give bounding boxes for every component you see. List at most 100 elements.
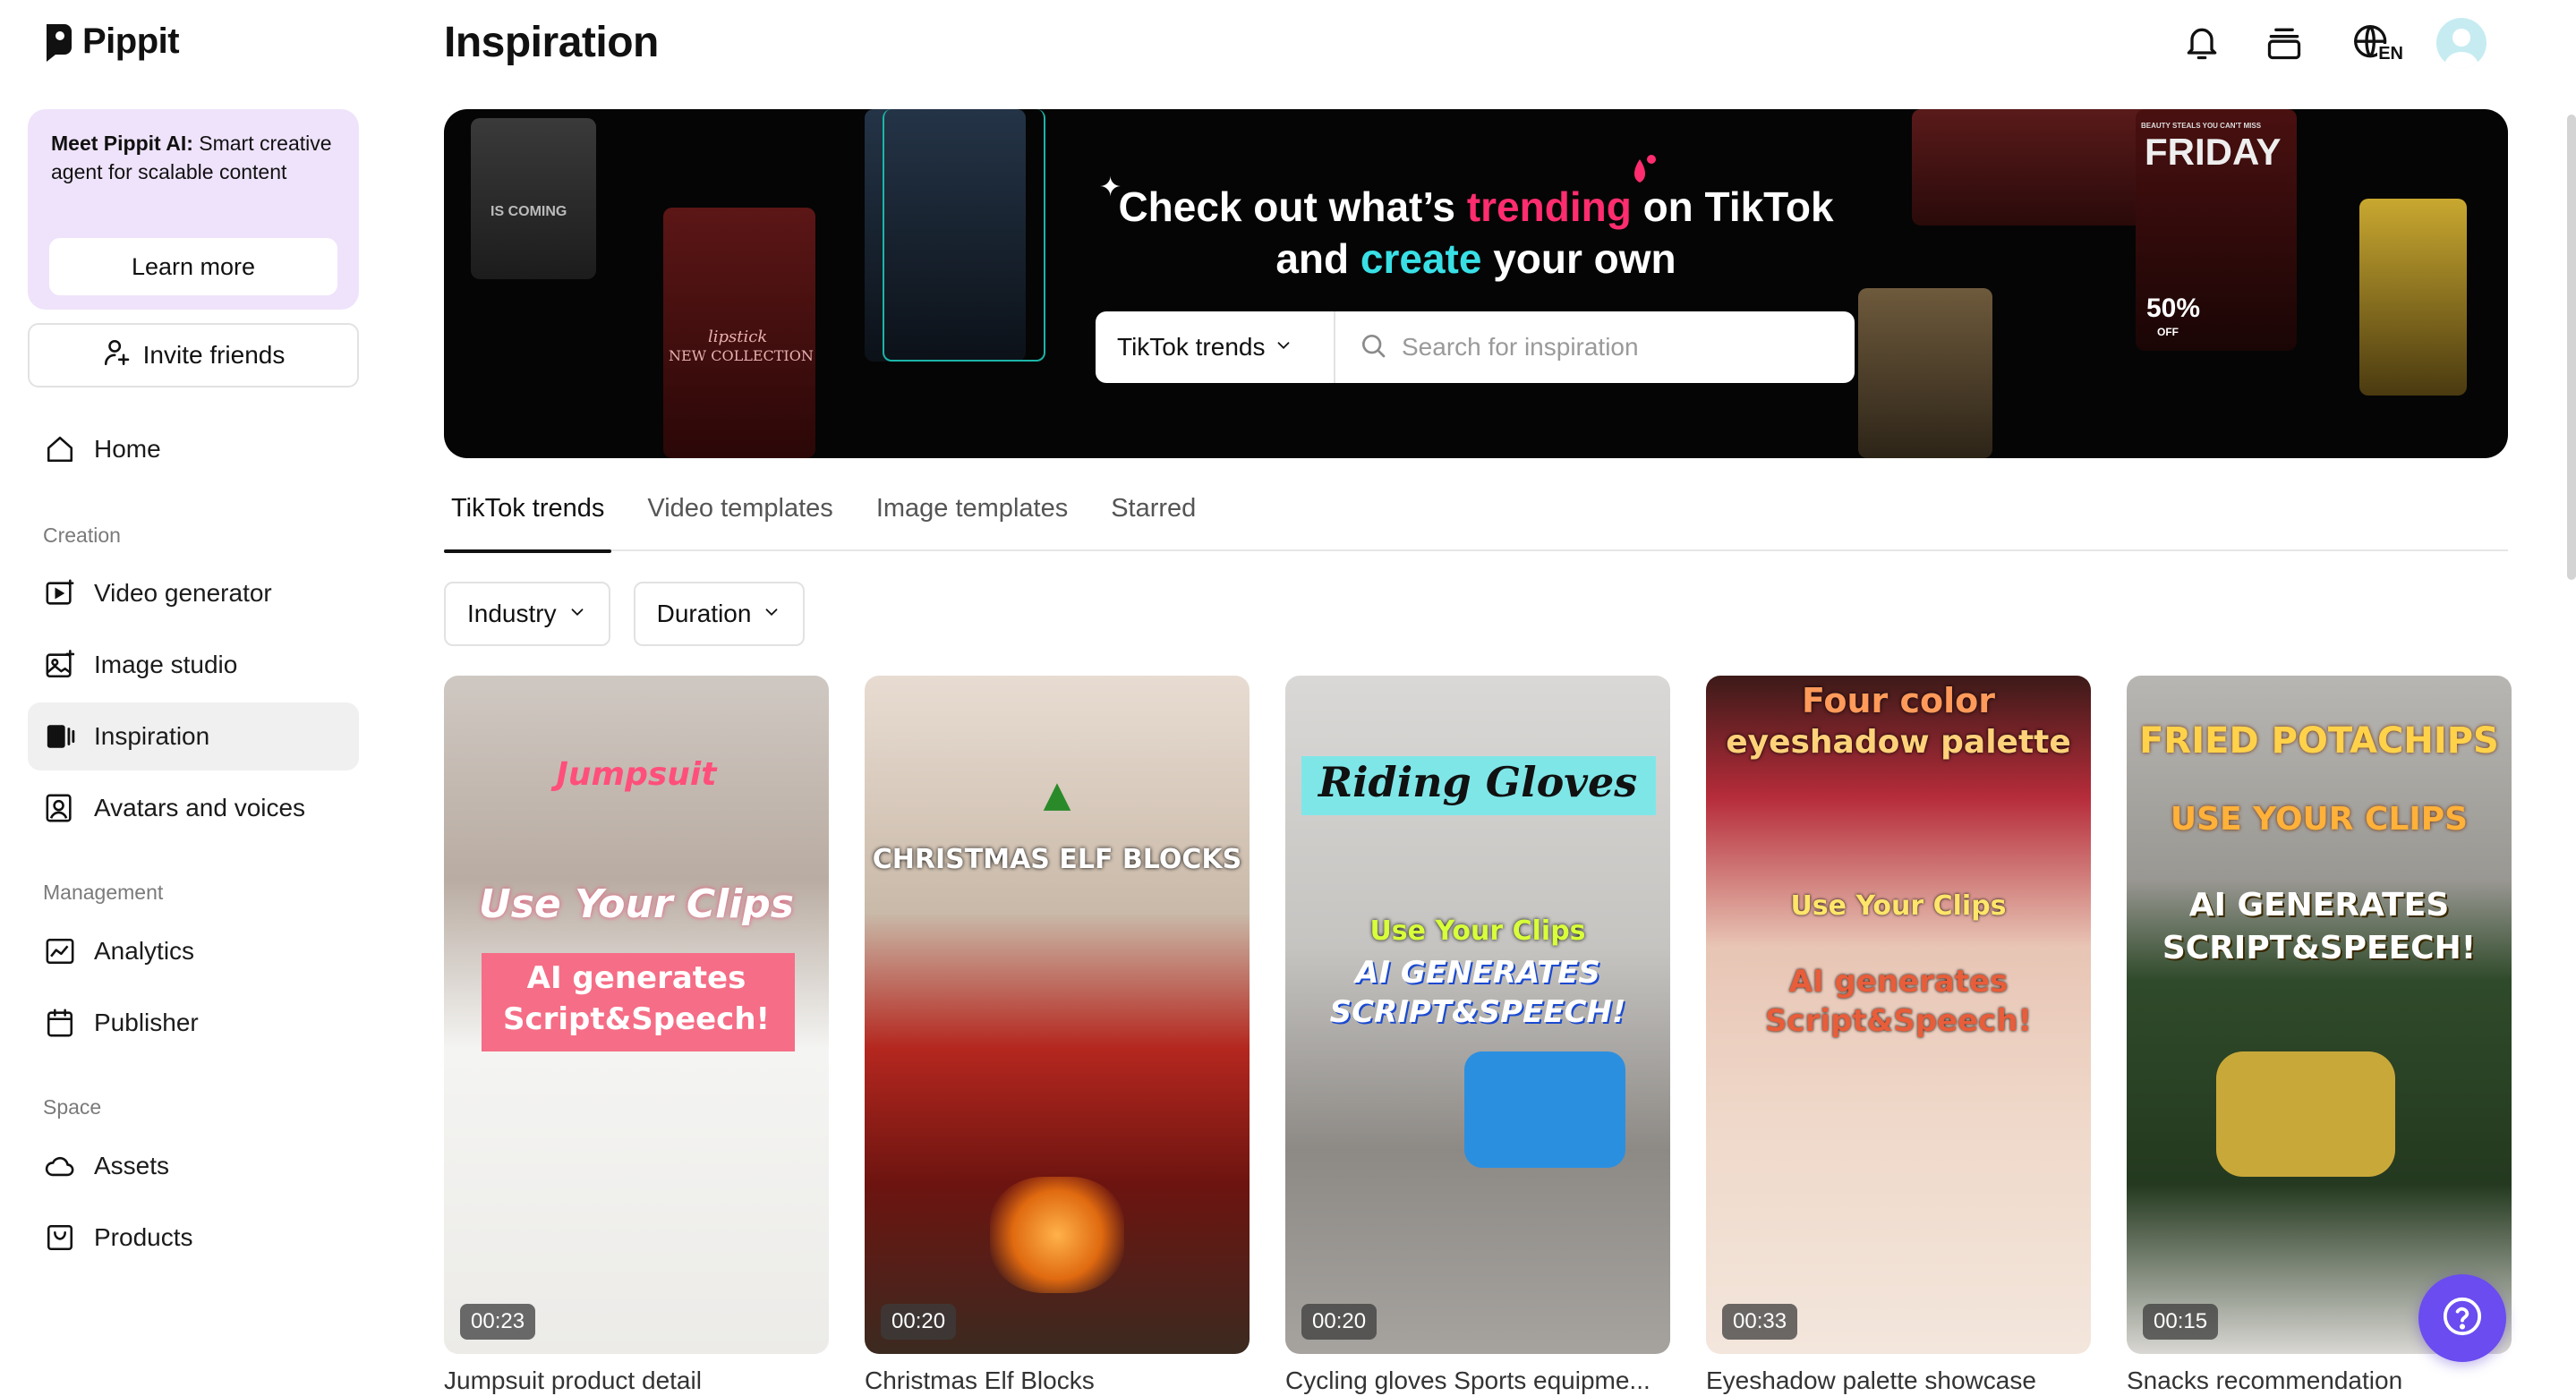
overlay-text: Use Your Clips <box>1790 890 2007 922</box>
template-card[interactable]: ▲ CHRISTMAS ELF BLOCKS 00:20 Christmas E… <box>865 676 1250 1395</box>
promo-card: Meet Pippit AI: Smart creative agent for… <box>28 109 359 310</box>
duration-filter[interactable]: Duration <box>633 582 806 646</box>
headline-line-1: Check out what’s trending on TikTok <box>444 181 2508 233</box>
image-studio-icon <box>44 649 76 681</box>
inbox-icon[interactable] <box>2261 20 2307 66</box>
sidebar-item-analytics[interactable]: Analytics <box>28 917 359 985</box>
sidebar-item-publisher[interactable]: Publisher <box>28 989 359 1057</box>
header-actions: EN <box>2179 18 2486 68</box>
duration-badge: 00:33 <box>1722 1304 1798 1340</box>
banner-thumbnail <box>1858 288 1992 458</box>
sidebar-item-label: Video generator <box>94 579 272 607</box>
card-thumbnail: Riding Gloves Use Your Clips AI GENERATE… <box>1285 676 1670 1354</box>
duration-badge: 00:20 <box>881 1304 957 1340</box>
duration-badge: 00:15 <box>2143 1304 2219 1340</box>
lantern-glow <box>990 1177 1124 1293</box>
promo-title: Meet Pippit AI: <box>51 132 193 155</box>
promo-text: Meet Pippit AI: Smart creative agent for… <box>51 129 336 186</box>
page-title: Inspiration <box>444 19 659 66</box>
banner-headline: Check out what’s trending on TikTok and … <box>444 181 2508 285</box>
video-generator-icon <box>44 577 76 609</box>
search-input[interactable] <box>1402 333 1849 362</box>
headline-text: Check out what’s <box>1118 183 1467 230</box>
sidebar-item-video-generator[interactable]: Video generator <box>28 559 359 627</box>
banner-thumb-text: NEW COLLECTION <box>669 347 814 364</box>
overlay-text: Riding Gloves <box>1318 758 1638 806</box>
avatar[interactable] <box>2436 18 2486 68</box>
tab-video-templates[interactable]: Video templates <box>640 483 840 551</box>
sidebar-item-avatars-voices[interactable]: Avatars and voices <box>28 774 359 842</box>
invite-friends-button[interactable]: Invite friends <box>28 323 359 387</box>
template-card[interactable]: Riding Gloves Use Your Clips AI GENERATE… <box>1285 676 1670 1395</box>
sidebar-item-label: Inspiration <box>94 722 210 750</box>
home-icon <box>44 433 76 465</box>
card-thumbnail: FRIED POTACHIPS USE YOUR CLIPS AI GENERA… <box>2127 676 2512 1354</box>
overlay-text: AI generates <box>1788 964 2009 1000</box>
products-icon <box>44 1222 76 1254</box>
inspiration-icon <box>44 720 76 753</box>
chevron-down-icon <box>1274 333 1293 362</box>
tab-starred[interactable]: Starred <box>1104 483 1203 551</box>
sidebar-item-image-studio[interactable]: Image studio <box>28 631 359 699</box>
search-field <box>1335 331 1855 364</box>
overlay-text: FRIED POTACHIPS <box>2139 720 2499 762</box>
content-tabs: TikTok trends Video templates Image temp… <box>444 483 2508 553</box>
template-card[interactable]: Jumpsuit Use Your Clips AI generates Scr… <box>444 676 829 1395</box>
sidebar: Pippit Meet Pippit AI: Smart creative ag… <box>0 0 387 1396</box>
inspiration-search: TikTok trends <box>1096 311 1855 383</box>
card-thumbnail: Four color eyeshadow palette Use Your Cl… <box>1706 676 2091 1354</box>
headline-line-2: and create your own <box>444 233 2508 285</box>
template-grid: Jumpsuit Use Your Clips AI generates Scr… <box>444 676 2512 1396</box>
template-card[interactable]: Four color eyeshadow palette Use Your Cl… <box>1706 676 2091 1395</box>
sidebar-item-label: Image studio <box>94 651 238 678</box>
globe-language-icon[interactable]: EN <box>2343 20 2404 66</box>
source-select[interactable]: TikTok trends <box>1096 311 1335 383</box>
tab-image-templates[interactable]: Image templates <box>869 483 1075 551</box>
banner-thumb-text: lipstick <box>708 328 768 346</box>
assets-icon <box>44 1150 76 1182</box>
overlay-text: CHRISTMAS ELF BLOCKS <box>872 844 1242 875</box>
overlay-text: SCRIPT&SPEECH! <box>2162 930 2477 966</box>
overlay-text: eyeshadow palette <box>1726 724 2071 761</box>
overlay-text: Use Your Clips <box>1369 915 1586 947</box>
headline-text: and <box>1275 235 1361 282</box>
overlay-text: AI GENERATES <box>1355 955 1600 991</box>
card-thumbnail: Jumpsuit Use Your Clips AI generates Scr… <box>444 676 829 1354</box>
glove-shape <box>1464 1051 1625 1168</box>
overlay-text: Script&Speech! <box>502 1001 771 1037</box>
duration-badge: 00:23 <box>460 1304 536 1340</box>
sidebar-item-label: Home <box>94 435 161 463</box>
sidebar-item-home[interactable]: Home <box>28 415 359 483</box>
card-title: Cycling gloves Sports equipme... <box>1285 1366 1651 1394</box>
headline-text: on TikTok <box>1631 183 1834 230</box>
sidebar-item-assets[interactable]: Assets <box>28 1132 359 1200</box>
app-logo[interactable]: Pippit <box>43 21 180 62</box>
card-title: Snacks recommendation <box>2127 1366 2403 1394</box>
card-title: Christmas Elf Blocks <box>865 1366 1095 1394</box>
page-scrollbar[interactable] <box>2567 115 2576 580</box>
learn-more-button[interactable]: Learn more <box>49 238 337 295</box>
industry-filter[interactable]: Industry <box>444 582 610 646</box>
trending-banner: IS COMING lipstick NEW COLLECTION BEAUTY… <box>444 109 2508 458</box>
filter-bar: Industry Duration <box>444 582 806 646</box>
help-button[interactable] <box>2418 1274 2506 1362</box>
overlay-text: USE YOUR CLIPS <box>2170 801 2469 838</box>
invite-friends-label: Invite friends <box>142 341 286 369</box>
source-select-label: TikTok trends <box>1117 333 1266 361</box>
filter-label: Duration <box>656 600 752 627</box>
pippit-logo-icon <box>43 22 73 62</box>
snack-chips-shape <box>2216 1051 2395 1177</box>
avatars-voices-icon <box>44 792 76 824</box>
publisher-icon <box>44 1007 76 1039</box>
overlay-text: Use Your Clips <box>479 881 794 927</box>
sidebar-item-inspiration[interactable]: Inspiration <box>28 702 359 770</box>
duration-badge: 00:20 <box>1301 1304 1378 1340</box>
sidebar-item-products[interactable]: Products <box>28 1204 359 1272</box>
tab-tiktok-trends[interactable]: TikTok trends <box>444 483 612 553</box>
search-icon <box>1359 331 1387 364</box>
analytics-icon <box>44 935 76 967</box>
card-title: Jumpsuit product detail <box>444 1366 702 1394</box>
bell-icon[interactable] <box>2179 20 2225 66</box>
sidebar-item-label: Products <box>94 1223 193 1251</box>
banner-thumb-text: BEAUTY STEALS YOU CAN'T MISS <box>2141 122 2262 130</box>
